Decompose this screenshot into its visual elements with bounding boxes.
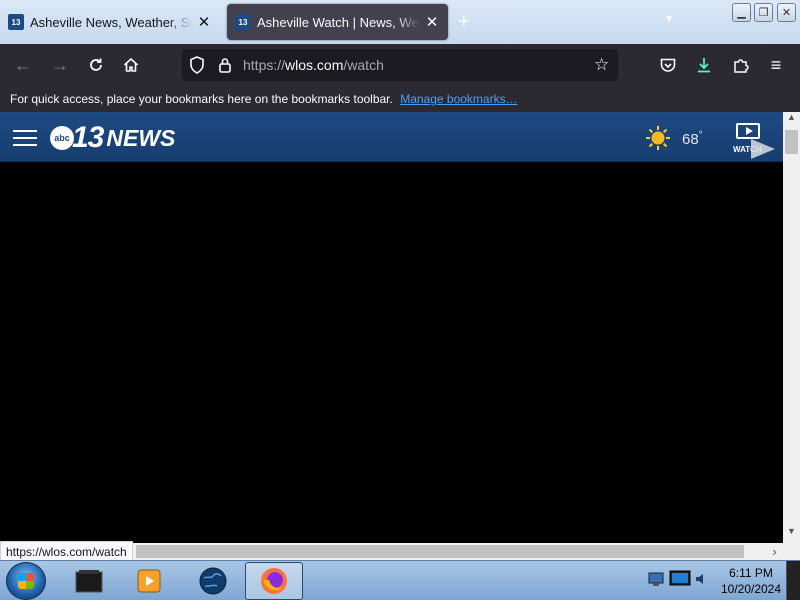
play-screen-icon xyxy=(736,123,760,139)
clock-date: 10/20/2024 xyxy=(720,582,782,596)
chevron-down-icon[interactable]: ▼ xyxy=(664,14,674,25)
wlos-13-favicon: 13 xyxy=(235,14,251,30)
abc13-news-logo[interactable]: abc 13 NEWS xyxy=(50,121,176,154)
shield-icon[interactable] xyxy=(189,56,205,79)
tab-asheville-news[interactable]: 13 Asheville News, Weather, Sports ✕ xyxy=(0,4,220,40)
minimize-icon[interactable]: ▁ xyxy=(732,3,751,22)
logo-word: NEWS xyxy=(106,124,176,151)
bookmarks-hint: For quick access, place your bookmarks h… xyxy=(10,92,393,106)
back-arrow-icon[interactable]: ← xyxy=(11,53,35,77)
scroll-thumb[interactable] xyxy=(136,545,744,558)
vertical-scrollbar[interactable]: ▲ ▼ xyxy=(783,112,800,543)
sun-icon[interactable] xyxy=(645,125,671,151)
scroll-up-icon[interactable]: ▲ xyxy=(783,112,800,129)
system-clock[interactable]: 6:11 PM 10/20/2024 xyxy=(716,565,786,597)
close-tab-icon[interactable]: ✕ xyxy=(424,13,440,31)
globe-icon[interactable] xyxy=(184,562,242,600)
new-tab-icon[interactable]: + xyxy=(458,11,470,34)
pocket-icon[interactable] xyxy=(656,53,680,77)
lock-icon[interactable] xyxy=(218,56,232,79)
menu-icon[interactable]: ≡ xyxy=(764,53,788,77)
url-text[interactable]: https://wlos.com/watch xyxy=(243,57,384,73)
scroll-down-icon[interactable]: ▼ xyxy=(783,526,800,543)
file-explorer-icon[interactable] xyxy=(60,562,118,600)
taskbar: 6:11 PM 10/20/2024 xyxy=(0,560,800,600)
clock-time: 6:11 PM xyxy=(729,566,773,580)
manage-bookmarks-link[interactable]: Manage bookmarks… xyxy=(400,92,517,106)
forward-arrow-icon[interactable]: → xyxy=(48,53,72,77)
close-window-icon[interactable]: ✕ xyxy=(777,3,796,22)
tab-strip: 13 Asheville News, Weather, Sports ✕ 13 … xyxy=(0,0,800,44)
volume-icon[interactable] xyxy=(694,572,708,586)
video-player[interactable] xyxy=(0,163,783,543)
home-icon[interactable] xyxy=(119,53,143,77)
start-button[interactable] xyxy=(6,562,46,600)
mouse-pointer-icon xyxy=(751,139,775,159)
tab-title: Asheville Watch | News, Weather xyxy=(257,14,420,30)
scroll-thumb[interactable] xyxy=(785,130,798,154)
network-icon[interactable] xyxy=(645,568,667,590)
page-content: abc 13 NEWS 68° WATCH xyxy=(0,112,783,543)
watch-button[interactable]: WATCH xyxy=(733,122,775,159)
tab-asheville-watch[interactable]: 13 Asheville Watch | News, Weather ✕ xyxy=(227,4,448,40)
hamburger-menu-icon[interactable] xyxy=(13,130,37,146)
display-icon[interactable] xyxy=(668,568,694,590)
abc-logo: abc xyxy=(50,126,74,150)
status-url: https://wlos.com/watch xyxy=(0,541,133,562)
download-icon[interactable] xyxy=(692,53,716,77)
logo-number: 13 xyxy=(72,121,104,154)
media-player-icon[interactable] xyxy=(120,562,178,600)
star-icon[interactable]: ☆ xyxy=(594,55,609,75)
scroll-right-icon[interactable]: › xyxy=(766,543,783,560)
navigation-toolbar: ← → https://wlos.com/watch ☆ ≡ xyxy=(0,44,800,86)
firefox-icon[interactable] xyxy=(245,562,303,600)
site-header: abc 13 NEWS 68° WATCH xyxy=(0,112,783,162)
close-tab-icon[interactable]: ✕ xyxy=(196,13,212,31)
windows-logo-icon xyxy=(18,573,34,589)
address-bar[interactable]: https://wlos.com/watch ☆ xyxy=(182,49,618,81)
tab-title: Asheville News, Weather, Sports xyxy=(30,14,192,30)
reload-icon[interactable] xyxy=(84,53,108,77)
scrollbar-corner xyxy=(783,543,800,560)
show-desktop-button[interactable] xyxy=(786,561,800,600)
bookmarks-toolbar: For quick access, place your bookmarks h… xyxy=(0,86,800,112)
restore-icon[interactable]: ❐ xyxy=(754,3,773,22)
temperature[interactable]: 68° xyxy=(682,130,703,148)
wlos-13-favicon: 13 xyxy=(8,14,24,30)
extensions-icon[interactable] xyxy=(729,53,753,77)
